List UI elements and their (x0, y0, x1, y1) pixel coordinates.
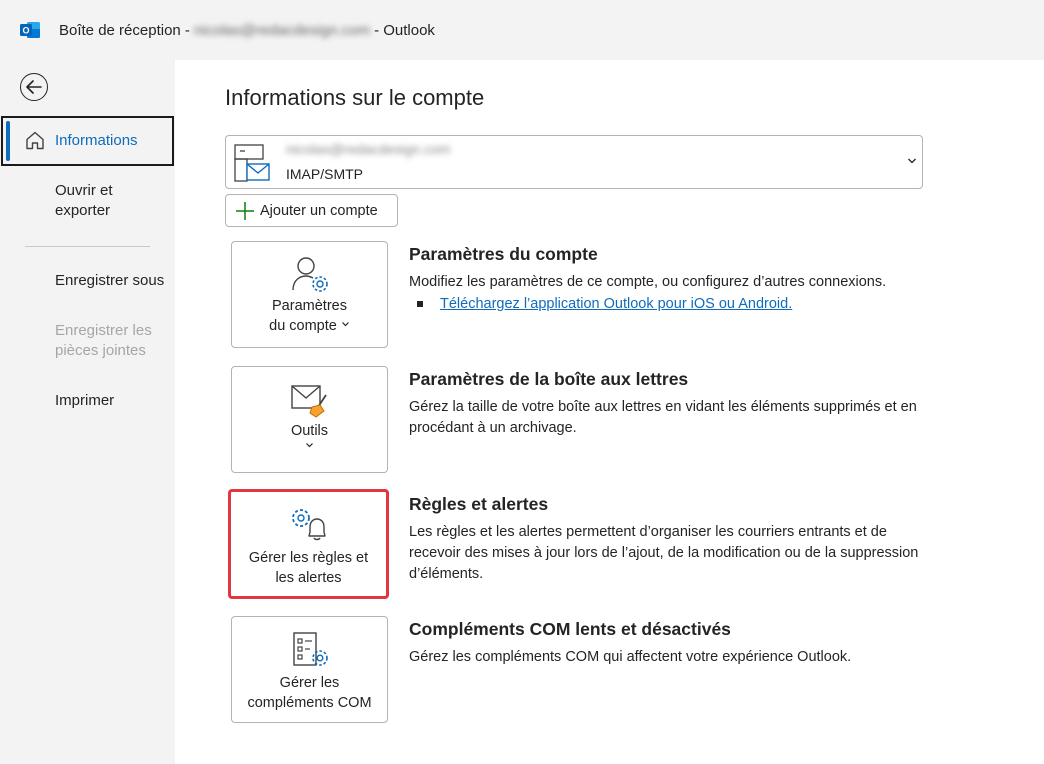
section-title: Règles et alertes (409, 494, 549, 514)
account-settings-section: Paramètres du compte Modifiez les paramè… (409, 244, 929, 312)
add-account-button[interactable]: Ajouter un compte (225, 194, 398, 227)
manage-com-addins-tile[interactable]: Gérer les compléments COM (231, 616, 388, 723)
rules-alerts-section: Règles et alertes Les règles et les aler… (409, 494, 929, 585)
tile-label: Paramètres du compte (232, 296, 387, 336)
mailbox-settings-section: Paramètres de la boîte aux lettres Gérez… (409, 369, 929, 439)
nav-label: Enregistrer sous (55, 272, 165, 289)
tile-label-line: Gérer les règles et (248, 550, 369, 566)
nav-label: Ouvrir et exporter (55, 182, 113, 219)
svg-text:O: O (22, 26, 29, 36)
account-type: IMAP/SMTP (286, 166, 364, 182)
nav-item-ouvrir-exporter[interactable]: Ouvrir et exporter (0, 181, 125, 221)
download-app-bullet: Téléchargez l’application Outlook pour i… (409, 296, 929, 312)
section-title: Paramètres de la boîte aux lettres (409, 369, 689, 389)
nav-label: Enregistrer les pièces jointes (55, 322, 152, 359)
section-description: Gérez les compléments COM qui affectent … (409, 649, 852, 665)
tile-label-line: Outils (290, 423, 329, 439)
plus-icon (236, 202, 254, 220)
nav-item-enregistrer-sous[interactable]: Enregistrer sous (0, 271, 175, 291)
title-suffix: - Outlook (374, 22, 435, 39)
gear-bell-icon (291, 509, 326, 541)
com-addins-section: Compléments COM lents et désactivés Gére… (409, 619, 929, 668)
home-icon (26, 131, 44, 150)
tile-label-line: Paramètres (272, 298, 347, 314)
chevron-down-icon (306, 443, 313, 448)
manage-rules-alerts-tile[interactable]: Gérer les règles et les alertes (228, 489, 389, 599)
section-description: Modifiez les paramètres de ce compte, ou… (409, 274, 887, 290)
download-app-link[interactable]: Téléchargez l’application Outlook pour i… (440, 296, 792, 312)
arrow-left-icon (26, 80, 42, 94)
nav-item-informations[interactable]: Informations (1, 116, 174, 166)
tools-tile[interactable]: Outils (231, 366, 388, 473)
bullet-square (417, 301, 423, 307)
title-prefix: Boîte de réception - (59, 22, 190, 39)
section-description: Les règles et les alertes permettent d’o… (409, 524, 919, 582)
chevron-down-icon (341, 322, 349, 327)
nav-label: Imprimer (55, 392, 115, 409)
back-button[interactable] (20, 73, 48, 101)
nav-item-enregistrer-pieces-jointes: Enregistrer les pièces jointes (0, 321, 165, 361)
title-bar: O Boîte de réception - nicolas@redacdesig… (0, 0, 1044, 60)
backstage-nav: Informations Ouvrir et exporter Enregist… (0, 60, 175, 764)
tile-label-line: Gérer les (279, 675, 340, 691)
person-settings-icon (291, 257, 328, 292)
tile-label: Gérer les compléments COM (232, 673, 387, 713)
outlook-logo-icon: O (20, 22, 40, 38)
tile-label-text: du compte (269, 318, 337, 334)
tile-label: Gérer les règles et les alertes (231, 548, 386, 588)
add-account-label: Ajouter un compte (260, 202, 378, 219)
page-title: Informations sur le compte (225, 85, 485, 110)
section-title: Compléments COM lents et désactivés (409, 619, 731, 639)
account-settings-tile[interactable]: Paramètres du compte (231, 241, 388, 348)
account-selector[interactable]: nicolas@redacdesign.com IMAP/SMTP (225, 135, 923, 189)
title-email-blurred: nicolas@redacdesign.com (193, 22, 371, 39)
main-panel: Informations sur le compte nicolas@redac… (175, 60, 1044, 764)
account-email-blurred: nicolas@redacdesign.com (286, 141, 451, 157)
section-title: Paramètres du compte (409, 244, 598, 264)
tile-label: Outils (232, 421, 387, 449)
mailbox-cleanup-icon (290, 385, 327, 418)
account-mailbox-icon (234, 144, 270, 182)
chevron-down-icon (908, 158, 916, 164)
nav-item-imprimer[interactable]: Imprimer (0, 391, 175, 411)
section-description: Gérez la taille de votre boîte aux lettr… (409, 399, 917, 436)
nav-divider (25, 246, 150, 247)
tile-label-line: compléments COM (247, 695, 372, 711)
nav-label: Informations (55, 132, 138, 149)
window-title: Boîte de réception - nicolas@redacdesign.… (59, 22, 435, 39)
active-indicator (6, 121, 10, 161)
tile-label-line: du compte (232, 316, 387, 336)
addins-checklist-icon (292, 632, 328, 666)
tile-label-line: les alertes (275, 570, 342, 586)
